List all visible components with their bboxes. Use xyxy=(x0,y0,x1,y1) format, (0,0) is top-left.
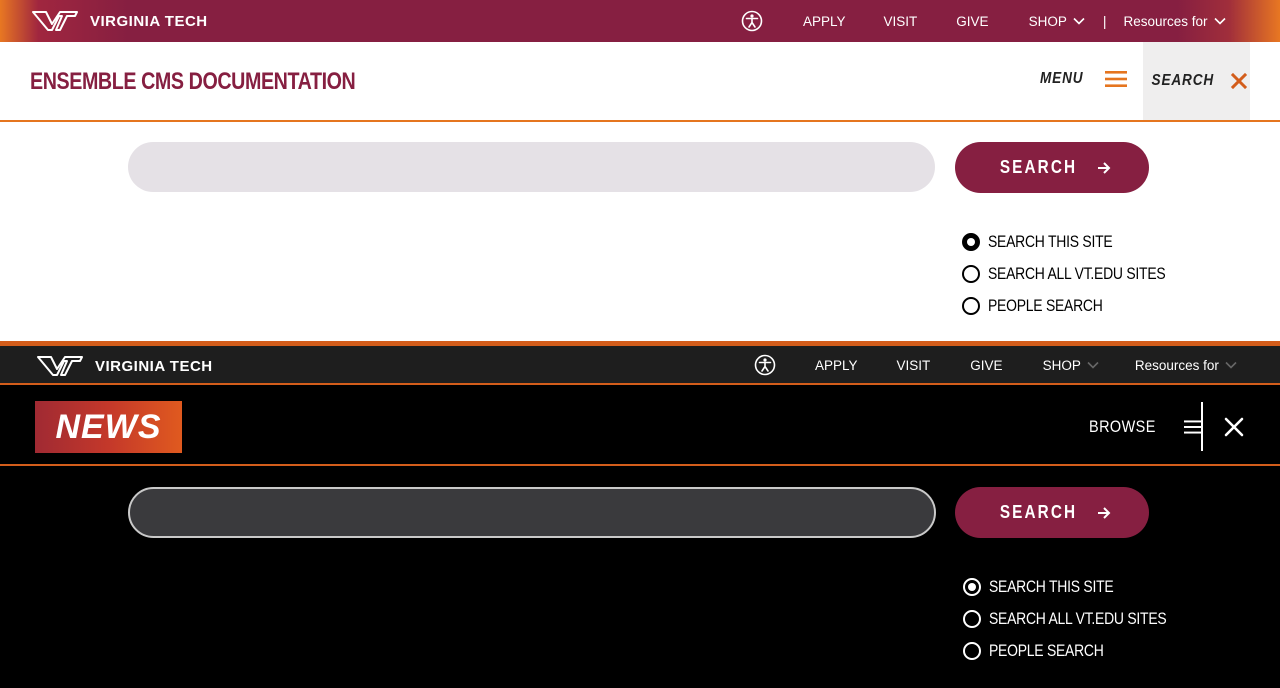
search-submit-button[interactable]: SEARCH xyxy=(955,142,1149,193)
radio-button-checked[interactable] xyxy=(962,233,980,251)
radio-button[interactable] xyxy=(962,297,980,315)
menu-button[interactable]: MENU xyxy=(1040,70,1128,88)
nav-shop-menu[interactable]: SHOP xyxy=(1043,358,1099,373)
hamburger-icon xyxy=(1105,71,1128,87)
arrow-right-icon xyxy=(1097,161,1110,174)
radio-label: PEOPLE SEARCH xyxy=(988,296,1103,315)
nav-resources-menu[interactable]: Resources for xyxy=(1123,13,1226,29)
news-header: NEWS BROWSE xyxy=(0,387,1280,466)
light-theme-panel: VIRGINIA TECH APPLY VISIT GIVE SHOP | Re… xyxy=(0,0,1280,342)
header-divider xyxy=(1201,402,1203,451)
chevron-down-icon xyxy=(1087,361,1099,369)
site-title[interactable]: ENSEMBLE CMS DOCUMENTATION xyxy=(30,68,356,96)
nav-give-link[interactable]: GIVE xyxy=(956,14,988,29)
nav-apply-link[interactable]: APPLY xyxy=(815,358,858,373)
vt-logo-icon xyxy=(32,11,78,31)
utility-bar-dark: VIRGINIA TECH APPLY VISIT GIVE SHOP Reso… xyxy=(0,346,1280,385)
chevron-down-icon xyxy=(1225,361,1237,369)
search-button-label: SEARCH xyxy=(1000,157,1078,177)
brand-wordmark: VIRGINIA TECH xyxy=(90,12,208,30)
accessibility-icon[interactable] xyxy=(754,354,776,376)
browse-label: BROWSE xyxy=(1089,417,1156,436)
news-logo-text: NEWS xyxy=(55,407,162,446)
browse-button[interactable]: BROWSE xyxy=(1089,417,1202,437)
radio-search-this-site[interactable]: SEARCH THIS SITE xyxy=(963,577,1205,597)
vt-logo-link[interactable]: VIRGINIA TECH xyxy=(32,10,208,32)
menu-label: MENU xyxy=(1040,70,1084,87)
news-logo[interactable]: NEWS xyxy=(35,401,182,453)
utility-bar: VIRGINIA TECH APPLY VISIT GIVE SHOP | Re… xyxy=(0,0,1280,42)
accessibility-icon[interactable] xyxy=(741,10,763,32)
nav-resources-label: Resources for xyxy=(1134,357,1219,373)
radio-search-all-vt-sites[interactable]: SEARCH ALL VT.EDU SITES xyxy=(963,609,1205,629)
search-scope-radio-group: SEARCH THIS SITE SEARCH ALL VT.EDU SITES… xyxy=(963,577,1205,661)
nav-resources-menu[interactable]: Resources for xyxy=(1135,358,1237,373)
search-input[interactable] xyxy=(128,142,935,192)
chevron-down-icon xyxy=(1213,17,1226,25)
hamburger-icon xyxy=(1183,420,1202,434)
close-icon[interactable] xyxy=(1222,415,1246,439)
nav-resources-label: Resources for xyxy=(1123,13,1208,29)
nav-shop-label: SHOP xyxy=(1028,13,1067,29)
search-toggle-label: SEARCH xyxy=(1151,72,1214,89)
radio-label: SEARCH THIS SITE xyxy=(988,232,1113,251)
search-input[interactable] xyxy=(128,487,936,538)
arrow-right-icon xyxy=(1097,506,1110,519)
nav-shop-menu[interactable]: SHOP xyxy=(1029,14,1085,29)
dark-theme-panel: VIRGINIA TECH APPLY VISIT GIVE SHOP Reso… xyxy=(0,346,1280,688)
vt-logo-link[interactable]: VIRGINIA TECH xyxy=(37,355,213,377)
nav-separator: | xyxy=(1102,13,1107,29)
utility-nav: APPLY VISIT GIVE SHOP | Resources for xyxy=(741,0,1226,42)
radio-search-all-vt-sites[interactable]: SEARCH ALL VT.EDU SITES xyxy=(962,264,1204,284)
search-submit-button[interactable]: SEARCH xyxy=(955,487,1149,538)
nav-shop-label: SHOP xyxy=(1042,357,1081,373)
search-scope-radio-group: SEARCH THIS SITE SEARCH ALL VT.EDU SITES… xyxy=(962,232,1204,316)
nav-visit-link[interactable]: VISIT xyxy=(884,14,918,29)
chevron-down-icon xyxy=(1073,17,1085,25)
radio-button-checked[interactable] xyxy=(963,578,981,596)
radio-button[interactable] xyxy=(963,642,981,660)
radio-button[interactable] xyxy=(963,610,981,628)
radio-people-search[interactable]: PEOPLE SEARCH xyxy=(962,296,1204,316)
radio-people-search[interactable]: PEOPLE SEARCH xyxy=(963,641,1205,661)
radio-label: SEARCH THIS SITE xyxy=(989,577,1114,596)
close-icon xyxy=(1231,73,1248,89)
vt-logo-icon xyxy=(37,356,83,376)
radio-label: SEARCH ALL VT.EDU SITES xyxy=(989,609,1167,628)
radio-search-this-site[interactable]: SEARCH THIS SITE xyxy=(962,232,1204,252)
nav-apply-link[interactable]: APPLY xyxy=(803,14,846,29)
utility-nav: APPLY VISIT GIVE SHOP Resources for xyxy=(754,344,1237,386)
search-button-label: SEARCH xyxy=(1000,502,1078,522)
radio-label: SEARCH ALL VT.EDU SITES xyxy=(988,264,1166,283)
site-header: ENSEMBLE CMS DOCUMENTATION MENU SEARCH xyxy=(0,42,1280,122)
radio-label: PEOPLE SEARCH xyxy=(989,641,1104,660)
nav-give-link[interactable]: GIVE xyxy=(970,358,1002,373)
brand-wordmark: VIRGINIA TECH xyxy=(95,357,213,375)
search-toggle-button[interactable]: SEARCH xyxy=(1143,42,1250,120)
nav-visit-link[interactable]: VISIT xyxy=(897,358,931,373)
radio-button[interactable] xyxy=(962,265,980,283)
